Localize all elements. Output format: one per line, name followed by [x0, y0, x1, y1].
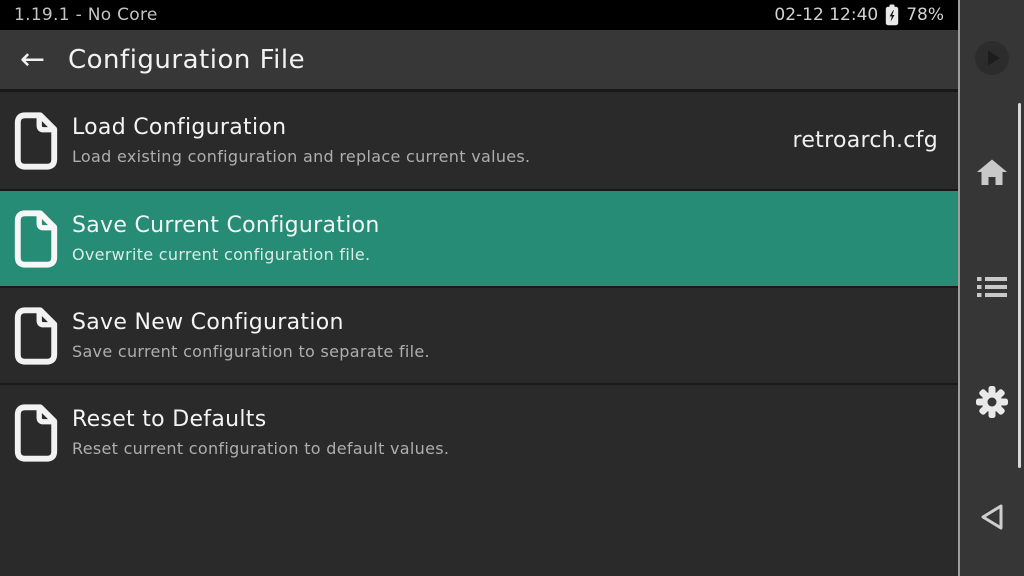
- menu-item-texts: Save Current Configuration Overwrite cur…: [72, 213, 380, 264]
- menu-item-title: Save Current Configuration: [72, 213, 380, 238]
- settings-gear-icon[interactable]: [975, 385, 1009, 423]
- menu-item-sublabel: Save current configuration to separate f…: [72, 342, 430, 361]
- menu-item-save-current-configuration[interactable]: Save Current Configuration Overwrite cur…: [0, 189, 958, 286]
- menu-item-sublabel: Load existing configuration and replace …: [72, 147, 530, 166]
- menu-item-title: Reset to Defaults: [72, 407, 449, 432]
- menu-item-texts: Reset to Defaults Reset current configur…: [72, 407, 449, 458]
- right-sidebar: [958, 0, 1024, 576]
- page-header: ← Configuration File: [0, 30, 958, 92]
- menu-item-sublabel: Reset current configuration to default v…: [72, 439, 449, 458]
- file-icon: [12, 306, 60, 366]
- datetime-label: 02-12 12:40: [774, 5, 878, 25]
- menu-item-title: Save New Configuration: [72, 310, 430, 335]
- resume-play-icon[interactable]: [974, 40, 1010, 80]
- battery-charging-icon: [885, 4, 899, 26]
- menu-item-texts: Load Configuration Load existing configu…: [72, 115, 530, 166]
- version-core-label: 1.19.1 - No Core: [14, 5, 158, 25]
- menu-list: Load Configuration Load existing configu…: [0, 92, 958, 480]
- status-right-group: 02-12 12:40 78%: [774, 4, 944, 26]
- file-icon: [12, 111, 60, 171]
- back-arrow-icon[interactable]: ←: [20, 45, 54, 75]
- menu-item-title: Load Configuration: [72, 115, 530, 140]
- page-title: Configuration File: [68, 45, 305, 75]
- menu-item-texts: Save New Configuration Save current conf…: [72, 310, 430, 361]
- battery-percent-label: 78%: [906, 5, 944, 25]
- menu-item-reset-to-defaults[interactable]: Reset to Defaults Reset current configur…: [0, 383, 958, 480]
- menu-item-save-new-configuration[interactable]: Save New Configuration Save current conf…: [0, 286, 958, 383]
- main-column: 1.19.1 - No Core 02-12 12:40 78% ← Confi…: [0, 0, 958, 576]
- menu-item-sublabel: Overwrite current configuration file.: [72, 245, 380, 264]
- scrollbar[interactable]: [1018, 103, 1021, 468]
- menu-item-value: retroarch.cfg: [792, 128, 938, 153]
- file-icon: [12, 403, 60, 463]
- file-icon: [12, 209, 60, 269]
- playlists-list-icon[interactable]: [977, 275, 1007, 303]
- status-bar: 1.19.1 - No Core 02-12 12:40 78%: [0, 0, 958, 30]
- menu-item-load-configuration[interactable]: Load Configuration Load existing configu…: [0, 92, 958, 189]
- home-icon[interactable]: [976, 158, 1008, 190]
- retroarch-screen: 1.19.1 - No Core 02-12 12:40 78% ← Confi…: [0, 0, 1024, 576]
- back-triangle-icon[interactable]: [976, 501, 1008, 537]
